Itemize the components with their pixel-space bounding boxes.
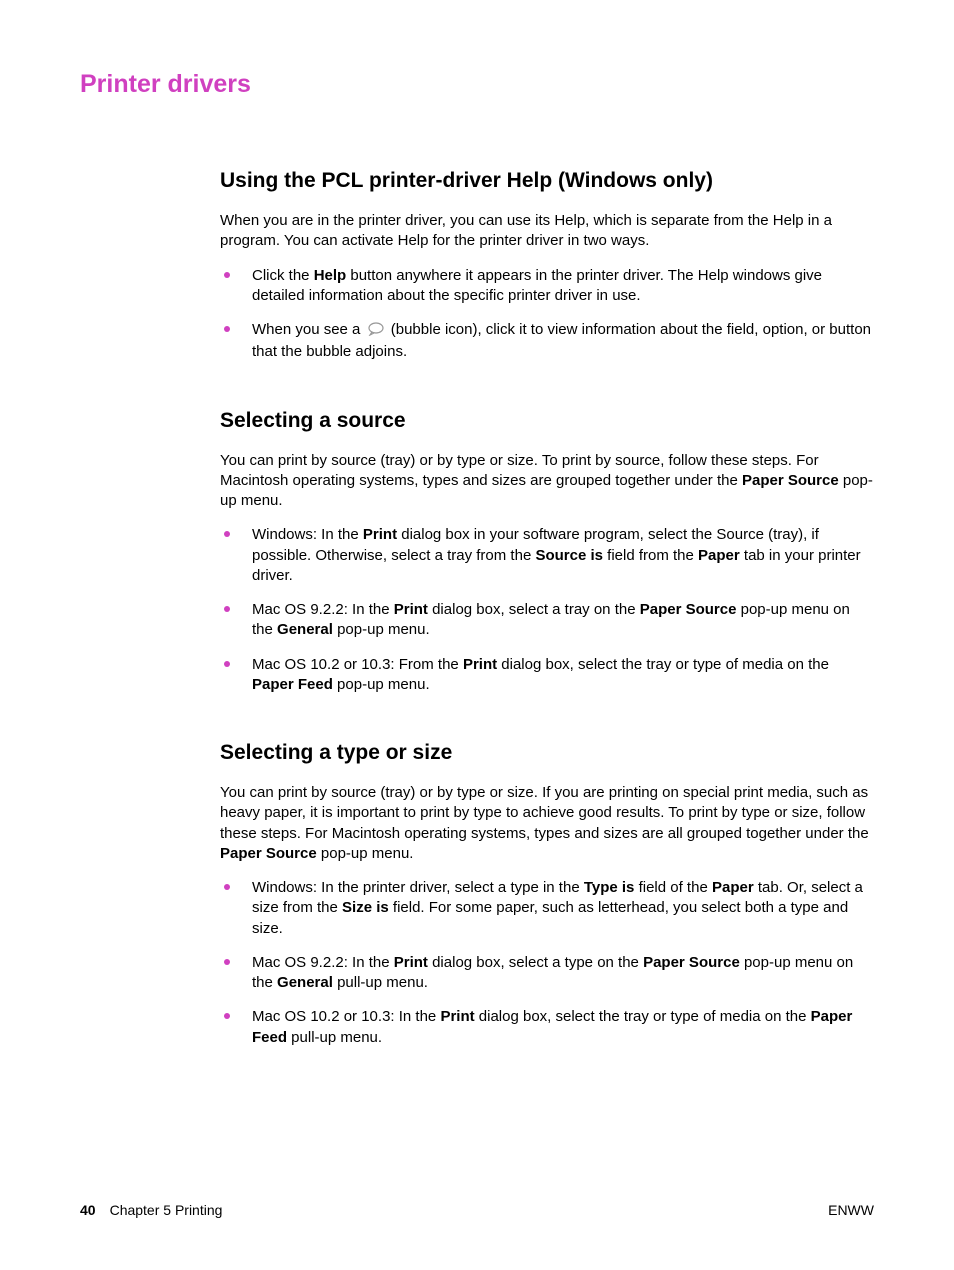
footer-right: ENWW	[828, 1202, 874, 1218]
bold-text: Print	[440, 1008, 474, 1025]
bullet-list: Click the Help button anywhere it appear…	[220, 266, 874, 363]
bold-text: Print	[394, 601, 428, 618]
bold-text: Print	[394, 954, 428, 971]
bold-text: Paper	[698, 547, 740, 564]
list-item: Mac OS 10.2 or 10.3: From the Print dial…	[220, 655, 874, 696]
bold-text: Source is	[535, 547, 603, 564]
list-text: dialog box, select the tray or type of m…	[497, 656, 829, 673]
list-text: Windows: In the printer driver, select a…	[252, 879, 584, 896]
chapter-label: Chapter 5 Printing	[110, 1202, 223, 1218]
list-text: dialog box, select a tray on the	[428, 601, 640, 618]
bold-text: Print	[363, 526, 397, 543]
list-item: Mac OS 9.2.2: In the Print dialog box, s…	[220, 953, 874, 994]
page-title: Printer drivers	[80, 70, 874, 99]
list-item: Windows: In the printer driver, select a…	[220, 878, 874, 939]
list-text: dialog box, select a type on the	[428, 954, 643, 971]
bold-text: Paper Feed	[252, 676, 333, 693]
list-item: When you see a (bubble icon), click it t…	[220, 320, 874, 363]
bold-text: Paper Source	[640, 601, 737, 618]
bubble-icon	[367, 322, 385, 342]
bullet-icon	[224, 959, 230, 965]
bold-text: Type is	[584, 879, 635, 896]
list-text: pull-up menu.	[287, 1029, 382, 1046]
bullet-icon	[224, 272, 230, 278]
list-item: Mac OS 9.2.2: In the Print dialog box, s…	[220, 600, 874, 641]
list-text: Mac OS 9.2.2: In the	[252, 954, 394, 971]
list-text: field of the	[634, 879, 712, 896]
page-footer: 40 Chapter 5 Printing ENWW	[80, 1202, 874, 1218]
bullet-icon	[224, 606, 230, 612]
list-text: Windows: In the	[252, 526, 363, 543]
section-heading-selecting-source: Selecting a source	[220, 409, 874, 433]
list-text: Mac OS 10.2 or 10.3: From the	[252, 656, 463, 673]
bold-text: General	[277, 974, 333, 991]
bullet-icon	[224, 531, 230, 537]
bold-text: Paper Source	[220, 845, 317, 862]
section-heading-selecting-type-size: Selecting a type or size	[220, 741, 874, 765]
list-text: dialog box, select the tray or type of m…	[475, 1008, 811, 1025]
list-text: pull-up menu.	[333, 974, 428, 991]
bullet-icon	[224, 1013, 230, 1019]
bold-text: Help	[314, 267, 347, 284]
bullet-icon	[224, 661, 230, 667]
bold-text: Paper Source	[742, 472, 839, 489]
list-text: field from the	[603, 547, 698, 564]
bullet-list: Windows: In the printer driver, select a…	[220, 878, 874, 1048]
intro-text: You can print by source (tray) or by typ…	[220, 784, 869, 842]
list-item: Mac OS 10.2 or 10.3: In the Print dialog…	[220, 1007, 874, 1048]
bold-text: Paper	[712, 879, 754, 896]
content-area: Using the PCL printer-driver Help (Windo…	[220, 169, 874, 1048]
intro-text: You can print by source (tray) or by typ…	[220, 452, 819, 489]
list-text: pop-up menu.	[333, 676, 430, 693]
intro-text: pop-up menu.	[317, 845, 414, 862]
section-intro: You can print by source (tray) or by typ…	[220, 783, 874, 864]
list-item: Click the Help button anywhere it appear…	[220, 266, 874, 307]
bold-text: General	[277, 621, 333, 638]
list-text: When you see a	[252, 321, 365, 338]
footer-left: 40 Chapter 5 Printing	[80, 1202, 222, 1218]
section-heading-pcl-help: Using the PCL printer-driver Help (Windo…	[220, 169, 874, 193]
list-text: Mac OS 9.2.2: In the	[252, 601, 394, 618]
section-intro: You can print by source (tray) or by typ…	[220, 451, 874, 512]
bullet-list: Windows: In the Print dialog box in your…	[220, 525, 874, 695]
list-text: Mac OS 10.2 or 10.3: In the	[252, 1008, 440, 1025]
page-number: 40	[80, 1202, 96, 1218]
list-item: Windows: In the Print dialog box in your…	[220, 525, 874, 586]
bullet-icon	[224, 884, 230, 890]
section-intro: When you are in the printer driver, you …	[220, 211, 874, 252]
bold-text: Size is	[342, 899, 389, 916]
bold-text: Print	[463, 656, 497, 673]
bold-text: Paper Source	[643, 954, 740, 971]
list-text: Click the	[252, 267, 314, 284]
bullet-icon	[224, 326, 230, 332]
list-text: pop-up menu.	[333, 621, 430, 638]
